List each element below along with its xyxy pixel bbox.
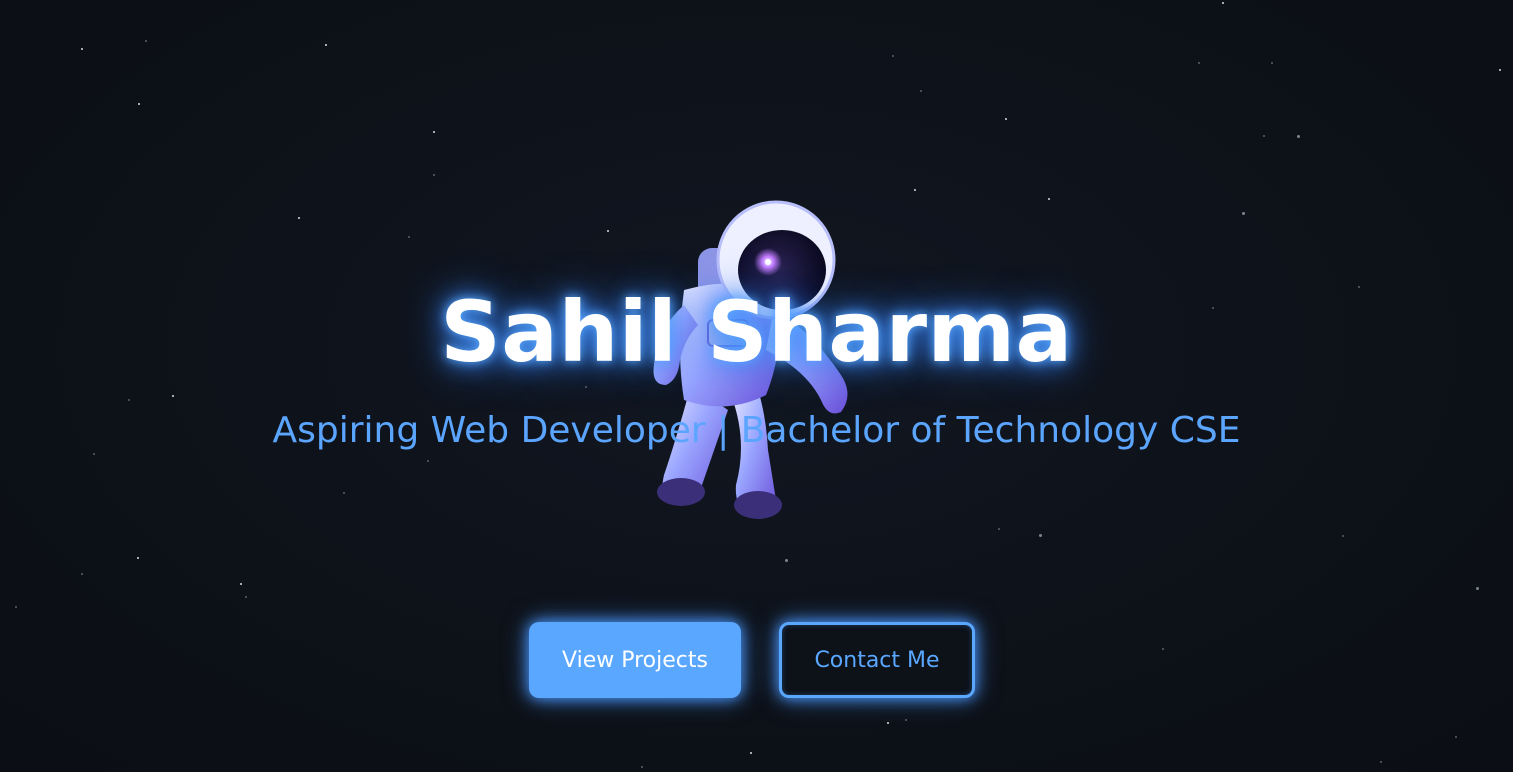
star xyxy=(240,583,242,585)
star xyxy=(887,722,889,724)
star xyxy=(245,596,247,598)
star xyxy=(15,606,17,608)
star xyxy=(607,230,609,232)
star xyxy=(433,174,435,176)
star xyxy=(1198,62,1200,64)
star xyxy=(1039,534,1042,537)
star xyxy=(1476,587,1479,590)
star xyxy=(1271,62,1273,64)
star xyxy=(343,492,345,494)
star xyxy=(433,131,435,133)
star xyxy=(427,460,429,462)
star xyxy=(585,386,587,388)
star xyxy=(1342,535,1344,537)
hero-title: Sahil Sharma xyxy=(440,283,1073,381)
star xyxy=(298,217,300,219)
star xyxy=(892,55,894,57)
star xyxy=(914,189,916,191)
star xyxy=(920,90,922,92)
star xyxy=(1297,135,1300,138)
star xyxy=(408,236,410,238)
star xyxy=(1380,761,1382,763)
star xyxy=(128,399,130,401)
star xyxy=(1499,69,1501,71)
hero-subtitle: Aspiring Web Developer | Bachelor of Tec… xyxy=(272,410,1241,451)
star xyxy=(172,395,174,397)
star xyxy=(81,48,83,50)
star xyxy=(641,766,643,768)
star xyxy=(998,528,1000,530)
star xyxy=(1455,736,1457,738)
view-projects-button[interactable]: View Projects xyxy=(529,622,741,698)
star xyxy=(785,559,788,562)
star xyxy=(750,752,752,754)
star xyxy=(1242,212,1245,215)
star xyxy=(145,40,147,42)
star xyxy=(1048,198,1050,200)
star xyxy=(325,44,327,46)
hero-section: Sahil Sharma Aspiring Web Developer | Ba… xyxy=(0,0,1513,772)
contact-me-button[interactable]: Contact Me xyxy=(779,622,975,698)
star xyxy=(1162,648,1164,650)
star xyxy=(905,719,907,721)
star xyxy=(137,557,139,559)
star xyxy=(1005,118,1007,120)
star xyxy=(81,573,83,575)
star xyxy=(138,103,140,105)
star xyxy=(1222,2,1224,4)
star xyxy=(1263,135,1265,137)
star xyxy=(93,453,95,455)
